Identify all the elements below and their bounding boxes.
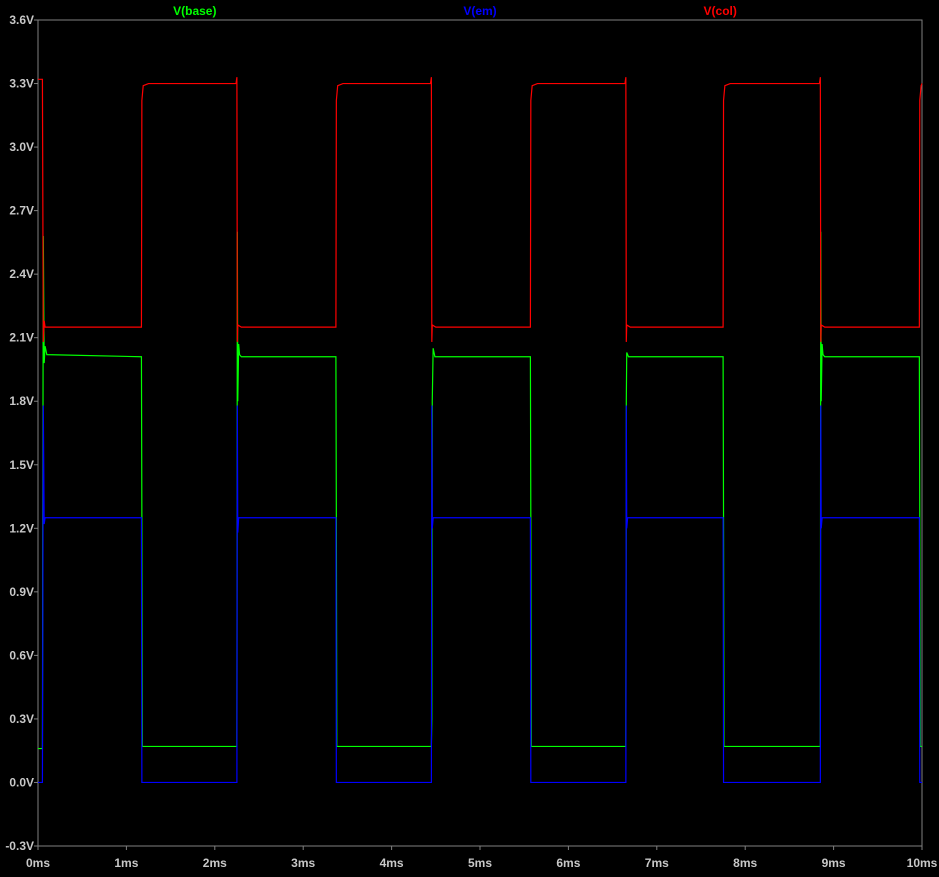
y-tick-label: 3.3V [9, 77, 34, 91]
y-tick-label: 0.0V [9, 775, 34, 789]
x-tick-label: 4ms [380, 856, 404, 870]
y-tick-label: 2.1V [9, 331, 34, 345]
y-tick-label: 0.3V [9, 712, 34, 726]
y-tick-label: 0.9V [9, 585, 34, 599]
legend-entry-vcol[interactable]: V(col) [704, 4, 737, 18]
x-tick-label: 7ms [645, 856, 669, 870]
x-tick-label: 9ms [822, 856, 846, 870]
y-tick-label: 1.8V [9, 394, 34, 408]
x-tick-label: 6ms [556, 856, 580, 870]
x-tick-label: 3ms [291, 856, 315, 870]
legend: V(base) V(em) V(col) [173, 4, 737, 18]
x-tick-label: 2ms [203, 856, 227, 870]
plot-area-frame [37, 19, 923, 847]
legend-entry-vbase[interactable]: V(base) [173, 4, 216, 18]
y-tick-label: 0.6V [9, 648, 34, 662]
x-tick-label: 1ms [114, 856, 138, 870]
y-tick-label: 3.6V [9, 13, 34, 27]
y-tick-label: 3.0V [9, 140, 34, 154]
x-axis: 0ms 1ms 2ms 3ms 4ms 5ms 6ms 7ms 8ms 9ms 10ms [26, 846, 938, 870]
x-tick-label: 5ms [468, 856, 492, 870]
y-tick-label: 1.2V [9, 521, 34, 535]
x-tick-label: 10ms [907, 856, 938, 870]
y-tick-label: 2.4V [9, 267, 34, 281]
y-tick-label: 1.5V [9, 458, 34, 472]
y-axis: 3.6V 3.3V 3.0V 2.7V 2.4V 2.1V 1.8V 1.5V 1.2V 0.9V… [5, 13, 38, 853]
x-tick-label: 0ms [26, 856, 50, 870]
x-tick-label: 8ms [733, 856, 757, 870]
y-tick-label: -0.3V [5, 839, 34, 853]
legend-entry-vem[interactable]: V(em) [463, 4, 496, 18]
y-tick-label: 2.7V [9, 204, 34, 218]
waveform-chart: 3.6V 3.3V 3.0V 2.7V 2.4V 2.1V 1.8V 1.5V 1.2V 0.9V… [5, 4, 938, 870]
